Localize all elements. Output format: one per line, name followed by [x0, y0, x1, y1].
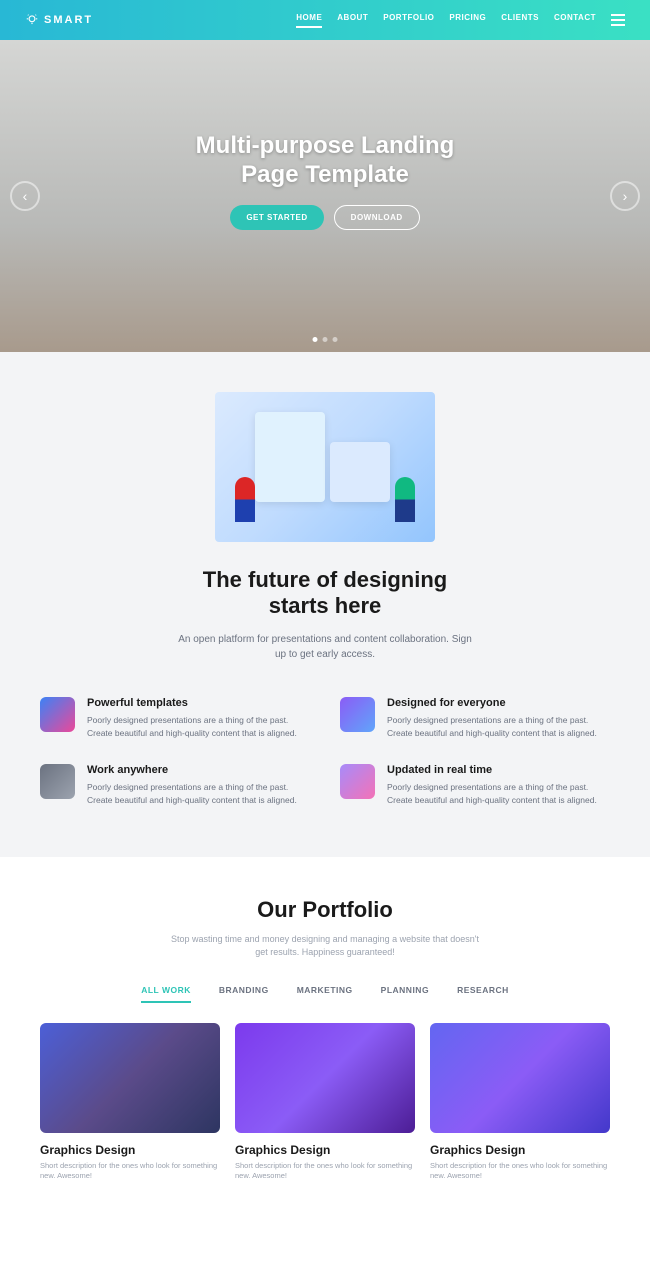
realtime-icon [340, 764, 375, 799]
features-title: The future of designing starts here [40, 567, 610, 620]
hamburger-icon[interactable] [611, 14, 625, 26]
templates-icon [40, 697, 75, 732]
tab-planning[interactable]: PLANNING [381, 985, 429, 1003]
carousel-next[interactable]: › [610, 181, 640, 211]
features-title-2: starts here [269, 593, 382, 618]
feature-illustration [215, 392, 435, 542]
dot-3[interactable] [333, 337, 338, 342]
nav-pricing[interactable]: PRICING [449, 13, 486, 28]
portfolio-card[interactable]: Graphics Design Short description for th… [40, 1023, 220, 1182]
hero-title: Multi-purpose Landing Page Template [196, 132, 455, 190]
feature-title: Work anywhere [87, 764, 310, 776]
feature-item: Powerful templates Poorly designed prese… [40, 697, 310, 740]
carousel-prev[interactable]: ‹ [10, 181, 40, 211]
nav-clients[interactable]: CLIENTS [501, 13, 539, 28]
features-title-1: The future of designing [203, 567, 447, 592]
nav-about[interactable]: ABOUT [337, 13, 368, 28]
feature-title: Updated in real time [387, 764, 610, 776]
dot-2[interactable] [323, 337, 328, 342]
everyone-icon [340, 697, 375, 732]
portfolio-image [235, 1023, 415, 1133]
tab-marketing[interactable]: MARKETING [297, 985, 353, 1003]
feature-desc: Poorly designed presentations are a thin… [387, 781, 610, 807]
portfolio-title: Our Portfolio [40, 897, 610, 923]
nav-home[interactable]: HOME [296, 13, 322, 28]
anywhere-icon [40, 764, 75, 799]
hero-title-line2: Page Template [241, 161, 409, 188]
portfolio-section: Our Portfolio Stop wasting time and mone… [0, 857, 650, 1212]
bulb-icon [25, 13, 39, 27]
card-desc: Short description for the ones who look … [430, 1161, 610, 1182]
card-desc: Short description for the ones who look … [40, 1161, 220, 1182]
nav-contact[interactable]: CONTACT [554, 13, 596, 28]
card-desc: Short description for the ones who look … [235, 1161, 415, 1182]
portfolio-tabs: ALL WORK BRANDING MARKETING PLANNING RES… [40, 985, 610, 1003]
brand-text: SMART [44, 14, 93, 26]
feature-desc: Poorly designed presentations are a thin… [87, 714, 310, 740]
portfolio-image [40, 1023, 220, 1133]
hero-title-line1: Multi-purpose Landing [196, 132, 455, 159]
feature-title: Powerful templates [87, 697, 310, 709]
portfolio-subtitle: Stop wasting time and money designing an… [165, 933, 485, 960]
feature-item: Work anywhere Poorly designed presentati… [40, 764, 310, 807]
download-button[interactable]: DOWNLOAD [334, 205, 420, 230]
hero-buttons: GET STARTED DOWNLOAD [196, 205, 455, 230]
get-started-button[interactable]: GET STARTED [230, 205, 323, 230]
feature-item: Designed for everyone Poorly designed pr… [340, 697, 610, 740]
card-title: Graphics Design [235, 1143, 415, 1157]
portfolio-image [430, 1023, 610, 1133]
feature-title: Designed for everyone [387, 697, 610, 709]
tab-branding[interactable]: BRANDING [219, 985, 269, 1003]
features-section: The future of designing starts here An o… [0, 352, 650, 857]
features-grid: Powerful templates Poorly designed prese… [40, 697, 610, 807]
feature-desc: Poorly designed presentations are a thin… [387, 714, 610, 740]
feature-item: Updated in real time Poorly designed pre… [340, 764, 610, 807]
dot-1[interactable] [313, 337, 318, 342]
portfolio-card[interactable]: Graphics Design Short description for th… [430, 1023, 610, 1182]
card-title: Graphics Design [430, 1143, 610, 1157]
feature-desc: Poorly designed presentations are a thin… [87, 781, 310, 807]
header: SMART HOME ABOUT PORTFOLIO PRICING CLIEN… [0, 0, 650, 40]
features-subtitle: An open platform for presentations and c… [175, 632, 475, 662]
card-title: Graphics Design [40, 1143, 220, 1157]
tab-research[interactable]: RESEARCH [457, 985, 509, 1003]
hero: ‹ › Multi-purpose Landing Page Template … [0, 40, 650, 352]
portfolio-grid: Graphics Design Short description for th… [40, 1023, 610, 1182]
tab-all-work[interactable]: ALL WORK [141, 985, 191, 1003]
logo[interactable]: SMART [25, 13, 93, 27]
nav-portfolio[interactable]: PORTFOLIO [383, 13, 434, 28]
hero-content: Multi-purpose Landing Page Template GET … [196, 132, 455, 230]
nav: HOME ABOUT PORTFOLIO PRICING CLIENTS CON… [296, 13, 625, 28]
carousel-dots [313, 337, 338, 342]
portfolio-card[interactable]: Graphics Design Short description for th… [235, 1023, 415, 1182]
